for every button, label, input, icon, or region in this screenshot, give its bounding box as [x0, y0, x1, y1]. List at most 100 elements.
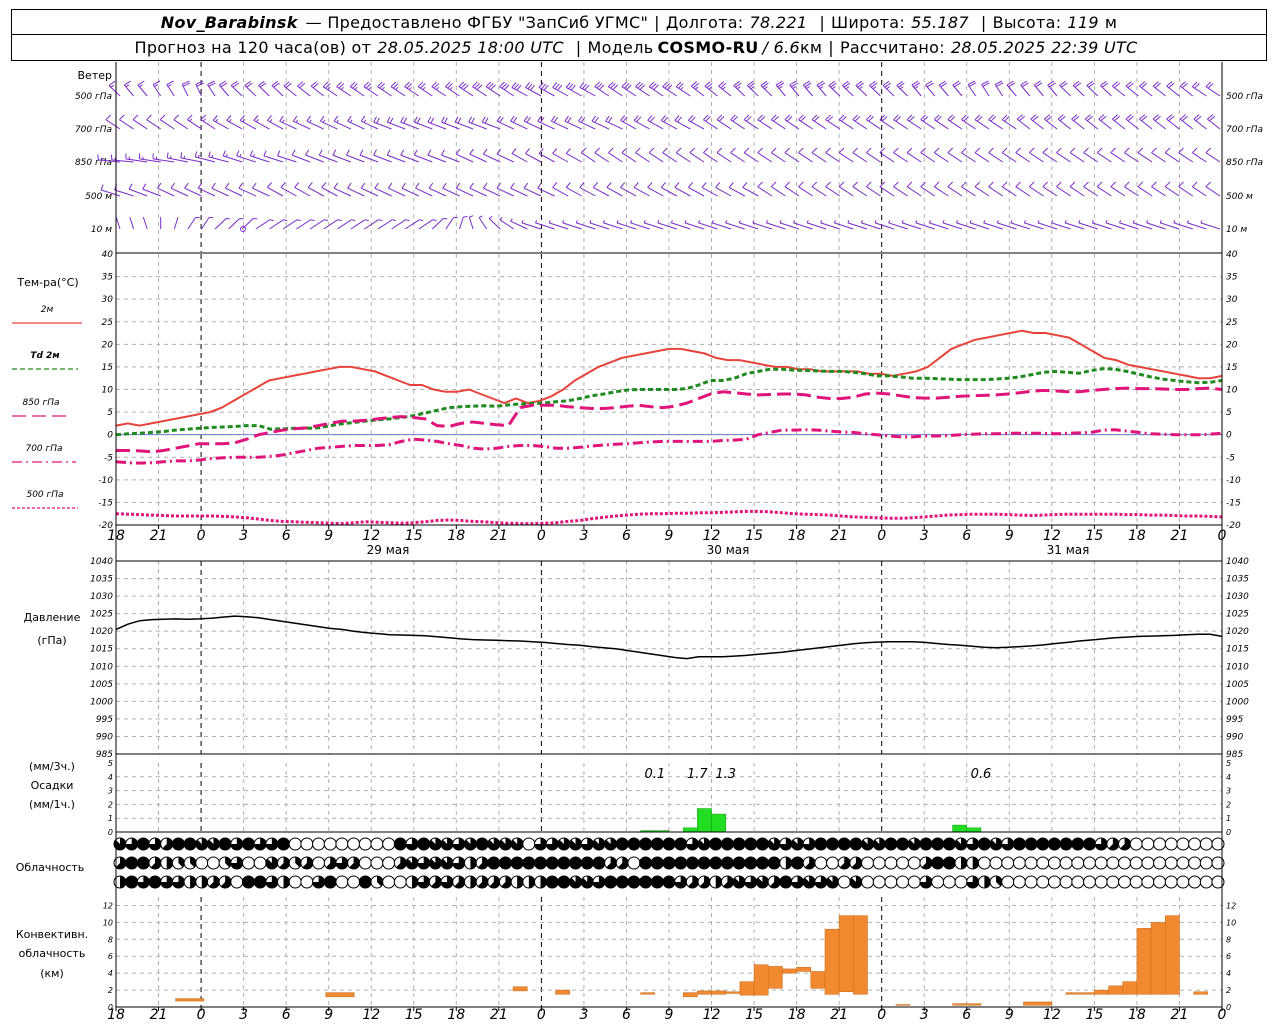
y-tick-label-left: 1010 [90, 662, 113, 672]
y-tick-label-right: 25 [1226, 318, 1238, 328]
cloud-cover-symbol [954, 875, 968, 889]
wind-barb [1193, 114, 1207, 130]
wind-barb [775, 80, 786, 97]
cloud-cover-symbol [1129, 875, 1143, 889]
y-tick-label-left: 2 [108, 800, 113, 809]
cloud-cover-symbol [896, 875, 910, 889]
wind-barb [802, 80, 813, 97]
cloud-cover-symbol [1024, 856, 1038, 870]
cloud-cover-fill [814, 838, 827, 850]
cloud-cover-fill [125, 876, 138, 888]
y-tick-label-right: 1020 [1226, 627, 1249, 637]
wind-barb [647, 115, 664, 130]
wind-barb [647, 182, 664, 197]
wind-level-label-left: 700 гПа [75, 125, 112, 135]
cloud-cover-fill [715, 876, 722, 888]
convective-cloud-bar [1150, 922, 1166, 995]
y-tick-label-right: 1 [1226, 814, 1231, 823]
wind-barb [119, 114, 134, 130]
cloud-cover-symbol [312, 837, 326, 851]
cloud-cover-symbol [195, 856, 209, 870]
wind-barb [1205, 147, 1221, 163]
precip-bar [966, 827, 982, 833]
cloud-cover-fill [978, 838, 991, 850]
y-tick-label-right: -20 [1226, 521, 1241, 531]
y-tick-label-right: -10 [1226, 476, 1241, 486]
wind-level-label-left: 10 м [91, 225, 112, 235]
wind-barb [550, 115, 569, 130]
wind-barb [267, 182, 284, 197]
wind-barb [1083, 147, 1099, 163]
wind-barb [1179, 81, 1194, 97]
wind-barb [1042, 147, 1058, 163]
wind-barb [552, 182, 569, 197]
wind-barb [170, 182, 189, 197]
wind-barb [333, 182, 352, 197]
convective-cloud-bar [682, 992, 698, 998]
wind-barb [988, 147, 1003, 163]
cloud-cover-symbol [1199, 837, 1213, 851]
cloud-cover-fill [528, 876, 535, 888]
y-tick-label-left: 20 [102, 340, 114, 350]
y-tick-label-right: 6 [1226, 952, 1231, 961]
wind-barb [838, 181, 854, 197]
wind-barb [947, 181, 963, 197]
meteogram-chart: Ветер 500 гПа 500 гПа 700 гПа 700 гПа 850 гПа… [12, 62, 1263, 1023]
cloud-cover-symbol [907, 875, 921, 889]
wind-barb [1137, 147, 1153, 163]
wind-barb [592, 182, 610, 197]
convective-cloud-bar [512, 986, 528, 992]
legend-label: 700 гПа [25, 444, 62, 454]
cloud-cover-fill [627, 838, 640, 850]
cloud-cover-symbol [288, 837, 302, 851]
y-tick-label-left: 5 [108, 759, 113, 768]
y-tick-label-right: 5 [1226, 759, 1231, 768]
wind-barb [742, 182, 759, 197]
cloud-cover-fill [744, 838, 757, 850]
convective-cloud-bar [838, 915, 854, 993]
wind-barb [703, 114, 718, 130]
wind-barb [662, 147, 678, 163]
y-tick-label-right: 0 [1226, 431, 1232, 441]
cloud-cover-fill [557, 876, 570, 888]
cloud-cover-fill [470, 876, 477, 888]
wind-barb [310, 81, 325, 97]
y-tick-label-right: 990 [1226, 732, 1243, 742]
y-tick-label-left: 1030 [90, 592, 113, 602]
wind-barb [415, 182, 433, 197]
cloud-cover-symbol [370, 856, 384, 870]
wind-barb [537, 115, 555, 130]
wind-barb [115, 216, 121, 230]
y-tick-label-right: 35 [1226, 273, 1238, 283]
cloud-cover-symbol [1059, 875, 1073, 889]
wind-barb [579, 182, 596, 197]
convective-cloud-bar [753, 964, 769, 996]
time-tick-label: 18 [447, 528, 465, 544]
y-tick-label-right: 10 [1226, 386, 1238, 396]
cloud-cover-symbol [1129, 856, 1143, 870]
wind-barb [195, 80, 205, 97]
wind-barb [828, 80, 841, 97]
wind-barb [770, 147, 786, 163]
cloud-cover-fill [394, 838, 407, 850]
cloud-cover-fill [961, 857, 968, 869]
wind-barb [920, 181, 936, 197]
time-tick-label: 9 [665, 528, 674, 544]
wind-level-label-right: 500 м [1226, 192, 1253, 202]
cloud-cover-fill [470, 857, 477, 869]
wind-barb [635, 81, 650, 97]
wind-barb [187, 217, 200, 230]
convective-cloud-bar [853, 915, 868, 995]
cloud-cover-symbol [1059, 856, 1073, 870]
cloud-cover-symbol [393, 875, 407, 889]
wind-barb [166, 152, 188, 163]
cloud-cover-fill [627, 876, 640, 888]
cloud-cover-symbol [1094, 875, 1108, 889]
convective-cloud-bar [725, 991, 741, 994]
cloud-cover-symbol [1071, 875, 1085, 889]
y-tick-label-right: 1025 [1226, 610, 1249, 620]
y-tick-label-right: 20 [1226, 340, 1238, 350]
wind-barb [906, 147, 922, 163]
cloud-cover-fill [604, 876, 617, 888]
wind-barb [1057, 114, 1071, 130]
